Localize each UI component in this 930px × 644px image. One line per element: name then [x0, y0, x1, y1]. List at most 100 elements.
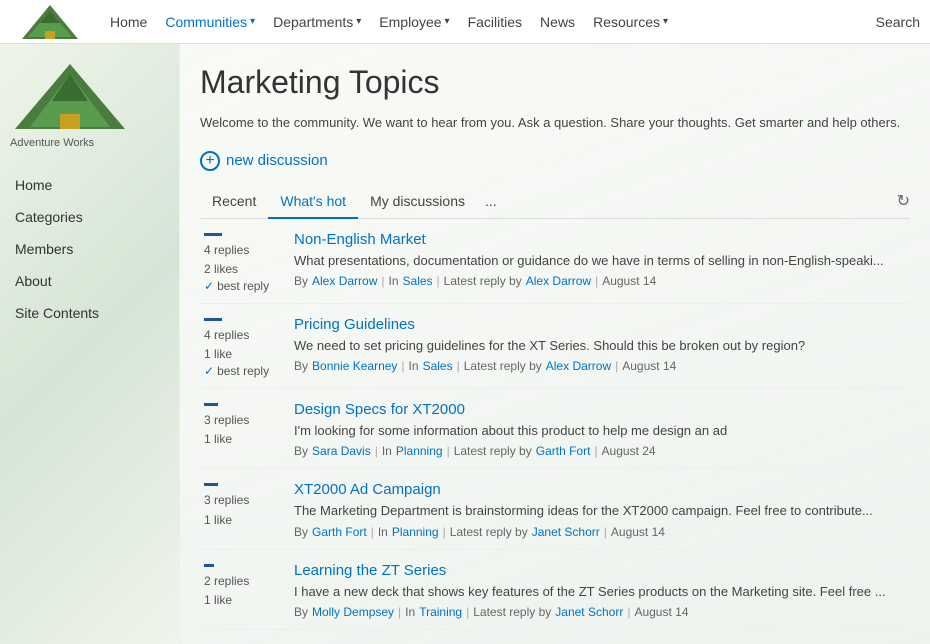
disc-title[interactable]: Design Specs for XT2000 [294, 401, 906, 418]
sidebar-item-about[interactable]: About [0, 265, 179, 297]
sidebar-item-site-contents[interactable]: Site Contents [0, 297, 179, 329]
nav-links: Home Communities Departments Employee Fa… [110, 14, 876, 30]
disc-body: Non-English Market What presentations, d… [294, 231, 906, 288]
sidebar-content: Adventure Works Home Categories Members … [0, 44, 179, 329]
disc-excerpt: We need to set pricing guidelines for th… [294, 337, 906, 355]
disc-stats: 2 replies 1 like [204, 562, 294, 610]
disc-meta: By Alex Darrow | In Sales | Latest reply… [294, 274, 906, 288]
nav-news[interactable]: News [540, 14, 575, 30]
disc-date: August 14 [634, 605, 688, 619]
disc-meta: By Bonnie Kearney | In Sales | Latest re… [294, 359, 906, 373]
disc-title[interactable]: Learning the ZT Series [294, 562, 906, 579]
disc-author-label: By [294, 359, 308, 373]
disc-title[interactable]: Pricing Guidelines [294, 316, 906, 333]
like-count: 1 like [204, 591, 282, 610]
nav-departments[interactable]: Departments [273, 14, 361, 30]
disc-in-label: In [378, 525, 388, 539]
disc-meta: By Garth Fort | In Planning | Latest rep… [294, 525, 906, 539]
activity-bar [204, 403, 218, 406]
disc-meta: By Sara Davis | In Planning | Latest rep… [294, 444, 906, 458]
nav-facilities[interactable]: Facilities [468, 14, 522, 30]
disc-date: August 24 [602, 444, 656, 458]
sidebar-logo-icon [10, 59, 130, 134]
sidebar-item-members[interactable]: Members [0, 233, 179, 265]
disc-body: Learning the ZT Series I have a new deck… [294, 562, 906, 619]
content-area: Marketing Topics Welcome to the communit… [180, 44, 930, 644]
reply-count: 2 replies [204, 572, 282, 591]
disc-meta: By Molly Dempsey | In Training | Latest … [294, 605, 906, 619]
disc-author[interactable]: Bonnie Kearney [312, 359, 397, 373]
disc-in-label: In [405, 605, 415, 619]
reply-count: 3 replies [204, 491, 282, 510]
disc-in-label: In [382, 444, 392, 458]
disc-stats: 3 replies 1 like [204, 401, 294, 449]
disc-latest-person[interactable]: Alex Darrow [546, 359, 611, 373]
new-discussion-button[interactable]: + new discussion [200, 151, 328, 171]
sidebar: Adventure Works Home Categories Members … [0, 44, 180, 644]
tab-more-button[interactable]: ... [477, 185, 505, 217]
reply-count: 4 replies [204, 241, 282, 260]
disc-body: Pricing Guidelines We need to set pricin… [294, 316, 906, 373]
search-link[interactable]: Search [876, 14, 920, 30]
disc-author[interactable]: Garth Fort [312, 525, 367, 539]
sidebar-item-categories[interactable]: Categories [0, 201, 179, 233]
tab-my-discussions[interactable]: My discussions [358, 185, 477, 217]
refresh-icon[interactable]: ↻ [897, 191, 910, 211]
disc-latest-label: Latest reply by [464, 359, 542, 373]
disc-latest-person[interactable]: Garth Fort [536, 444, 591, 458]
like-count: 1 like [204, 430, 282, 449]
page-title: Marketing Topics [200, 64, 910, 101]
sidebar-item-home[interactable]: Home [0, 169, 179, 201]
disc-author-label: By [294, 525, 308, 539]
company-name: Adventure Works [10, 137, 94, 149]
nav-resources[interactable]: Resources [593, 14, 668, 30]
discussion-item: 4 replies 2 likes ✓ best reply Non-Engli… [200, 219, 910, 304]
disc-stats: 4 replies 2 likes ✓ best reply [204, 231, 294, 293]
sidebar-logo-area: Adventure Works [0, 44, 179, 159]
disc-latest-label: Latest reply by [444, 274, 522, 288]
disc-body: XT2000 Ad Campaign The Marketing Departm… [294, 481, 906, 538]
disc-category[interactable]: Planning [392, 525, 439, 539]
discussion-item: 4 replies 1 like ✓ best reply Pricing Gu… [200, 304, 910, 389]
logo-icon: Adventure Works [20, 3, 80, 41]
welcome-text: Welcome to the community. We want to hea… [200, 113, 910, 133]
reply-count: 4 replies [204, 326, 282, 345]
content-inner: Marketing Topics Welcome to the communit… [180, 44, 930, 644]
disc-body: Design Specs for XT2000 I'm looking for … [294, 401, 906, 458]
disc-date: August 14 [602, 274, 656, 288]
tab-whats-hot[interactable]: What's hot [268, 185, 358, 219]
disc-category[interactable]: Sales [423, 359, 453, 373]
tabs-row: Recent What's hot My discussions ... ↻ [200, 185, 910, 219]
disc-latest-person[interactable]: Alex Darrow [526, 274, 591, 288]
disc-author[interactable]: Sara Davis [312, 444, 371, 458]
sidebar-nav: Home Categories Members About Site Conte… [0, 169, 179, 329]
disc-author[interactable]: Molly Dempsey [312, 605, 394, 619]
disc-stats: 3 replies 1 like [204, 481, 294, 529]
discussion-item: 3 replies 1 like Design Specs for XT2000… [200, 389, 910, 469]
tab-recent[interactable]: Recent [200, 185, 268, 217]
disc-category[interactable]: Planning [396, 444, 443, 458]
disc-stats: 4 replies 1 like ✓ best reply [204, 316, 294, 378]
disc-in-label: In [389, 274, 399, 288]
disc-latest-person[interactable]: Janet Schorr [555, 605, 623, 619]
nav-communities[interactable]: Communities [165, 14, 255, 30]
disc-category[interactable]: Training [419, 605, 462, 619]
disc-title[interactable]: XT2000 Ad Campaign [294, 481, 906, 498]
nav-home[interactable]: Home [110, 14, 147, 30]
main-layout: Adventure Works Home Categories Members … [0, 44, 930, 644]
activity-bar [204, 564, 214, 567]
disc-author[interactable]: Alex Darrow [312, 274, 377, 288]
best-reply-badge: ✓ best reply [204, 364, 282, 378]
disc-excerpt: What presentations, documentation or gui… [294, 252, 906, 270]
disc-date: August 14 [611, 525, 665, 539]
disc-title[interactable]: Non-English Market [294, 231, 906, 248]
disc-latest-person[interactable]: Janet Schorr [532, 525, 600, 539]
disc-category[interactable]: Sales [403, 274, 433, 288]
nav-employee[interactable]: Employee [379, 14, 449, 30]
disc-latest-label: Latest reply by [454, 444, 532, 458]
disc-excerpt: I have a new deck that shows key feature… [294, 583, 906, 601]
disc-author-label: By [294, 605, 308, 619]
activity-bar [204, 233, 222, 236]
logo-area: Adventure Works [10, 3, 90, 41]
disc-latest-label: Latest reply by [473, 605, 551, 619]
